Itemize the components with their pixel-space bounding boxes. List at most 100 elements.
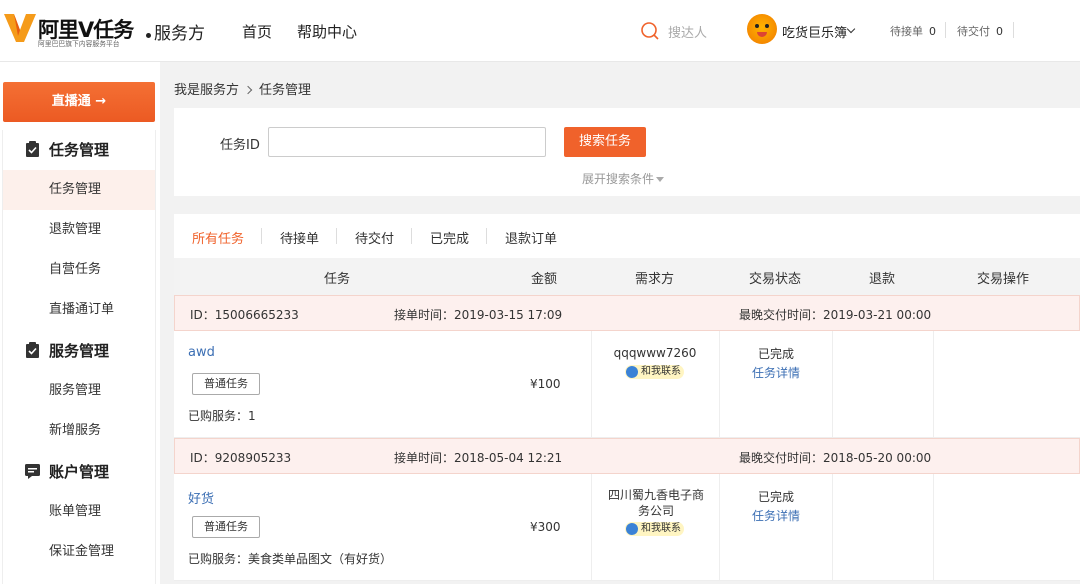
divider [411, 228, 412, 244]
sidebar-group-task-management: 任务管理 [3, 130, 155, 170]
column-header-amount: 金额 [531, 272, 558, 287]
pending-delivery-label: 待交付 [957, 25, 990, 38]
task-id-label: 任务ID [220, 138, 260, 153]
column-header-refund: 退款 [869, 272, 896, 287]
nav-help-center[interactable]: 帮助中心 [297, 21, 357, 42]
actions-cell [933, 331, 1080, 438]
logo-v-icon [4, 14, 36, 42]
sidebar-item-self-operated-tasks[interactable]: 自营任务 [3, 250, 155, 290]
expand-search-toggle[interactable]: 展开搜索条件 [582, 170, 665, 187]
tab-completed[interactable]: 已完成 [430, 228, 469, 247]
pending-delivery-count: 0 [996, 25, 1003, 38]
task-name-link[interactable]: 好货 [188, 488, 214, 507]
order-amount: ¥300 [530, 520, 561, 534]
buyer-name: qqqwww7260 [613, 346, 697, 360]
sidebar-divider [155, 130, 156, 584]
refund-cell [832, 474, 933, 581]
logo[interactable]: 阿里V任务 阿里巴巴旗下内容服务平台 [4, 8, 154, 52]
expand-search-label: 展开搜索条件 [582, 172, 655, 186]
sidebar-item-service-management[interactable]: 服务管理 [3, 371, 155, 411]
sidebar-item-task-management[interactable]: 任务管理 [3, 170, 155, 210]
buyer-cell: qqqwww7260 和我联系 [591, 331, 719, 438]
breadcrumb-current: 任务管理 [259, 83, 312, 98]
column-header-buyer: 需求方 [635, 272, 675, 287]
live-button[interactable]: 直播通 → [3, 82, 155, 122]
refund-cell [832, 331, 933, 438]
logo-dot [146, 33, 151, 38]
search-task-button[interactable]: 搜索任务 [564, 127, 646, 157]
purchased-services: 已购服务：1 [188, 409, 256, 423]
chevron-right-icon [243, 85, 253, 95]
search-panel: 任务ID 搜索任务 展开搜索条件 [174, 108, 1080, 196]
sidebar-group-label: 任务管理 [49, 141, 110, 159]
role-label: 服务方 [154, 24, 205, 44]
message-icon [25, 464, 40, 479]
caret-down-icon [656, 177, 665, 182]
sidebar-group-label: 账户管理 [49, 463, 110, 481]
sidebar-item-refund-management[interactable]: 退款管理 [3, 210, 155, 250]
sidebar-item-bill-management[interactable]: 账单管理 [3, 492, 155, 532]
purchased-services: 已购服务：美食类单品图文（有好货） [188, 552, 393, 566]
task-detail-link[interactable]: 任务详情 [720, 364, 832, 381]
order-deadline: 最晚交付时间：2018-05-20 00:00 [739, 451, 932, 465]
table-row: awd 普通任务 已购服务：1 ¥100 qqqwww7260 和我联系 已完成… [174, 331, 1080, 438]
trade-status: 已完成 [757, 490, 794, 504]
divider [1013, 22, 1014, 38]
task-type-badge: 普通任务 [192, 373, 260, 395]
contact-me-button[interactable]: 和我联系 [625, 522, 684, 536]
pending-accept-label: 待接单 [890, 25, 923, 38]
search-icon[interactable] [640, 21, 660, 41]
divider [336, 228, 337, 244]
tab-pending-accept[interactable]: 待接单 [280, 228, 319, 247]
sidebar-group-account-management: 账户管理 [3, 452, 155, 492]
username[interactable]: 吃货巨乐簿 [782, 22, 847, 41]
nav-home[interactable]: 首页 [242, 21, 272, 42]
contact-label: 和我联系 [641, 366, 681, 377]
order-accept-time: 接单时间：2019-03-15 17:09 [394, 308, 563, 322]
table-row: 好货 普通任务 已购服务：美食类单品图文（有好货） ¥300 四川蜀九香电子商务… [174, 474, 1080, 581]
order-id: ID：15006665233 [190, 308, 299, 322]
clipboard-check-icon [26, 342, 39, 358]
tab-pending-delivery[interactable]: 待交付 [355, 228, 394, 247]
chat-icon [626, 366, 638, 378]
actions-cell [933, 474, 1080, 581]
task-type-badge: 普通任务 [192, 516, 260, 538]
clipboard-check-icon [26, 141, 39, 157]
status-tabs: 所有任务 待接单 待交付 已完成 退款订单 [174, 214, 1080, 258]
tab-all-tasks[interactable]: 所有任务 [192, 228, 244, 247]
pending-accept-count: 0 [929, 25, 936, 38]
search-input[interactable]: 搜达人 [668, 22, 707, 41]
contact-me-button[interactable]: 和我联系 [625, 365, 684, 379]
divider [945, 22, 946, 38]
divider [486, 228, 487, 244]
task-detail-link[interactable]: 任务详情 [720, 507, 832, 524]
task-name-link[interactable]: awd [188, 345, 215, 360]
status-cell: 已完成 任务详情 [719, 474, 832, 581]
contact-label: 和我联系 [641, 523, 681, 534]
sidebar-group-label: 服务管理 [49, 342, 110, 360]
task-id-input[interactable] [268, 127, 546, 157]
chat-icon [626, 523, 638, 535]
order-accept-time: 接单时间：2018-05-04 12:21 [394, 451, 563, 465]
trade-status: 已完成 [757, 347, 794, 361]
pending-accept-stat[interactable]: 待接单 0 [890, 23, 936, 39]
chevron-down-icon[interactable] [846, 24, 856, 34]
divider [261, 228, 262, 244]
buyer-cell: 四川蜀九香电子商务公司 和我联系 [591, 474, 719, 581]
breadcrumb-item[interactable]: 我是服务方 [174, 83, 239, 98]
tab-refund-orders[interactable]: 退款订单 [505, 228, 557, 247]
sidebar-item-add-service[interactable]: 新增服务 [3, 411, 155, 451]
table-header: 任务 金额 需求方 交易状态 退款 交易操作 [174, 258, 1080, 295]
avatar[interactable] [747, 14, 777, 44]
sidebar-item-live-orders[interactable]: 直播通订单 [3, 290, 155, 330]
order-header-row: ID：9208905233 接单时间：2018-05-04 12:21 最晚交付… [174, 438, 1080, 474]
column-header-task: 任务 [324, 272, 351, 287]
sidebar-item-deposit-management[interactable]: 保证金管理 [3, 532, 155, 572]
logo-subtitle: 阿里巴巴旗下内容服务平台 [38, 39, 120, 48]
breadcrumb: 我是服务方 任务管理 [174, 79, 311, 98]
buyer-name: 四川蜀九香电子商务公司 [607, 488, 704, 518]
order-deadline: 最晚交付时间：2019-03-21 00:00 [739, 308, 932, 322]
sidebar-group-service-management: 服务管理 [3, 331, 155, 371]
pending-delivery-stat[interactable]: 待交付 0 [957, 23, 1003, 39]
column-header-status: 交易状态 [749, 272, 802, 287]
